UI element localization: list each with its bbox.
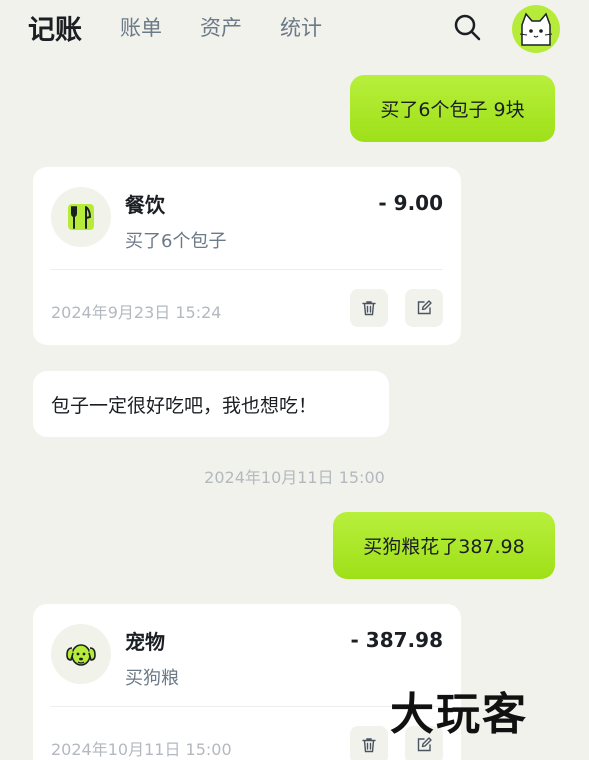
record-note: 买了6个包子: [125, 231, 227, 252]
divider: [51, 706, 443, 707]
record-note: 买狗粮: [125, 668, 179, 689]
record-amount: - 9.00: [378, 191, 443, 215]
dog-icon: [66, 644, 96, 666]
trash-icon: [362, 738, 376, 753]
watermark: 大玩客: [390, 689, 528, 740]
top-nav: 记账 账单 资产 统计: [0, 0, 589, 58]
user-message-text: 买了6个包子 9块: [380, 99, 525, 121]
user-message: 买狗粮花了387.98: [333, 512, 555, 579]
chat-timestamp: 2024年10月11日 15:00: [204, 468, 385, 487]
cat-avatar-icon: [519, 12, 553, 46]
fork-knife-icon: [68, 204, 94, 230]
avatar[interactable]: [512, 5, 560, 53]
category-name: 餐饮: [125, 193, 165, 217]
delete-button[interactable]: [350, 289, 388, 327]
edit-button[interactable]: [405, 289, 443, 327]
record-card[interactable]: 餐饮 买了6个包子 - 9.00 2024年9月23日 15:24: [33, 167, 461, 345]
delete-button[interactable]: [350, 726, 388, 760]
category-icon-wrap: [51, 624, 111, 684]
record-time: 2024年9月23日 15:24: [51, 303, 222, 322]
search-icon[interactable]: [452, 12, 482, 42]
tab-bills[interactable]: 账单: [120, 12, 162, 42]
user-message: 买了6个包子 9块: [350, 75, 555, 142]
assistant-message-text: 包子一定很好吃吧，我也想吃！: [51, 394, 318, 417]
edit-icon: [417, 300, 432, 315]
user-message-text: 买狗粮花了387.98: [363, 536, 525, 558]
tab-assets[interactable]: 资产: [200, 12, 242, 42]
divider: [51, 269, 443, 270]
record-time: 2024年10月11日 15:00: [51, 740, 232, 759]
trash-icon: [362, 301, 376, 316]
tab-bookkeeping[interactable]: 记账: [28, 8, 82, 47]
record-amount: - 387.98: [350, 628, 443, 652]
assistant-message: 包子一定很好吃吧，我也想吃！: [33, 371, 389, 437]
tab-statistics[interactable]: 统计: [280, 12, 322, 42]
category-name: 宠物: [125, 630, 165, 654]
category-icon-wrap: [51, 187, 111, 247]
